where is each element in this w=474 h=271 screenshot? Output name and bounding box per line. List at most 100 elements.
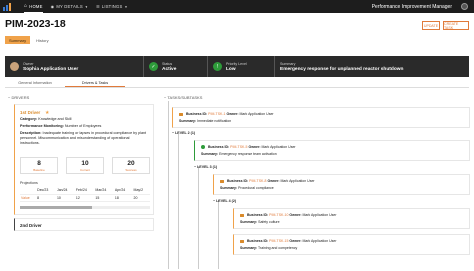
task-owner: Mark Application User xyxy=(261,145,296,149)
nav-my-details[interactable]: ◉ MY DETAILS ▼ xyxy=(51,0,88,13)
task-line: Summary: Procedural compliance xyxy=(220,186,274,190)
level-header[interactable]: − LEVEL 3 (1) xyxy=(194,165,217,169)
tab-summary[interactable]: Summary xyxy=(5,36,31,44)
priority-icon: ! xyxy=(213,62,222,71)
values-label: Value xyxy=(20,194,37,202)
tree-line xyxy=(218,200,219,269)
monitoring-value: Number of Employees xyxy=(64,124,102,128)
level-header[interactable]: − LEVEL 2 (1) xyxy=(172,131,195,135)
summary-label: Summary xyxy=(280,61,296,66)
tree-line xyxy=(168,101,169,269)
tasks-heading-label: TASKS/SUBTASKS xyxy=(167,95,203,100)
level-header[interactable]: − LEVEL 4 (2) xyxy=(213,199,236,203)
driver-card-2[interactable]: 2nd Driver xyxy=(14,218,154,231)
check-icon: ✓ xyxy=(149,62,158,71)
projections-label: Projections xyxy=(20,181,38,185)
level-label: LEVEL 2 (1) xyxy=(175,131,196,135)
nav-listings[interactable]: ☰ LISTINGS ▼ xyxy=(96,0,128,13)
business-id-label: Business ID: xyxy=(207,145,230,149)
table-row: Value 8 10 12 15 18 20 xyxy=(20,194,150,202)
business-id-label: Business ID: xyxy=(226,179,249,183)
owner-label: Owner xyxy=(23,61,34,66)
user-avatar-icon[interactable] xyxy=(461,3,468,10)
stat-label: Success xyxy=(125,168,137,172)
driver-card-1[interactable]: 1st Driver ★ Category: Knowledge and Ski… xyxy=(14,104,154,215)
page-title: PIM-2023-18 xyxy=(5,18,66,30)
summary-label: Summary: xyxy=(240,246,258,250)
scrollbar-thumb[interactable] xyxy=(20,206,92,209)
status-value: Active xyxy=(162,66,177,72)
star-icon[interactable]: ★ xyxy=(45,110,49,116)
collapse-icon[interactable]: − xyxy=(172,131,174,135)
level-label: LEVEL 4 (2) xyxy=(216,199,237,203)
tree-line xyxy=(178,134,179,269)
table-cell: 10 xyxy=(55,194,75,202)
collapse-icon[interactable]: − xyxy=(164,95,166,100)
collapse-icon[interactable]: − xyxy=(8,95,10,100)
task-id[interactable]: PIM-TSK-15 xyxy=(269,239,288,243)
task-line: Business ID: PIM-TSK-15 Owner: Mark Appl… xyxy=(240,239,337,243)
folder-icon xyxy=(220,179,224,183)
stat-success: 20 Success xyxy=(112,157,150,174)
task-id[interactable]: PIM-TSK-10 xyxy=(269,213,288,217)
task-card[interactable]: Business ID: PIM-TSK-5 Owner: Mark Appli… xyxy=(194,140,470,161)
business-id-label: Business ID: xyxy=(185,112,208,116)
driver-category: Category: Knowledge and Skill xyxy=(20,117,150,122)
horizontal-scrollbar[interactable] xyxy=(20,206,150,209)
driver-monitoring: Performance Monitoring: Number of Employ… xyxy=(20,124,150,129)
table-row: Dec/23 Jan/24 Feb/24 Mar/24 Apr/24 May/2 xyxy=(20,187,150,195)
status-cell: ✓ Status Active xyxy=(144,56,208,77)
priority-value: Low xyxy=(226,66,236,72)
nav-home-label: HOME xyxy=(29,3,43,9)
task-line: Business ID: PIM-TSK-8 Owner: Mark Appli… xyxy=(220,179,315,183)
summary-label: Summary: xyxy=(179,119,197,123)
owner-label: Owner: xyxy=(267,179,280,183)
create-task-button[interactable]: CREATE TASK xyxy=(443,21,469,30)
owner-label: Owner: xyxy=(289,213,302,217)
stat-value: 10 xyxy=(81,160,89,167)
description-label: Description: xyxy=(20,131,42,135)
stat-label: Current xyxy=(79,168,90,172)
list-icon: ☰ xyxy=(96,4,100,9)
task-id[interactable]: PIM-TSK-1 xyxy=(208,112,225,116)
person-icon: ◉ xyxy=(50,4,55,9)
driver-title: 1st Driver xyxy=(20,110,41,115)
task-card[interactable]: Business ID: PIM-TSK-10 Owner: Mark Appl… xyxy=(233,208,470,229)
folder-icon xyxy=(240,213,244,217)
completed-icon xyxy=(201,145,205,150)
summary-label: Summary: xyxy=(220,186,238,190)
task-line: Business ID: PIM-TSK-10 Owner: Mark Appl… xyxy=(240,213,337,217)
page-tabs: Summary History xyxy=(5,36,53,44)
update-button[interactable]: UPDATE xyxy=(422,21,440,30)
stat-baseline: 8 Baseline xyxy=(20,157,58,174)
task-card[interactable]: Business ID: PIM-TSK-8 Owner: Mark Appli… xyxy=(213,174,470,195)
table-cell xyxy=(20,187,37,195)
tab-general-information[interactable]: General Information xyxy=(5,80,65,87)
owner-value: Sophia Application User xyxy=(23,66,79,72)
task-id[interactable]: PIM-TSK-8 xyxy=(249,179,266,183)
category-value: Knowledge and Skill xyxy=(38,117,72,121)
task-summary: Emergency response team activation xyxy=(219,152,277,156)
table-cell: 18 xyxy=(113,194,133,202)
task-line: Summary: Safety culture xyxy=(240,220,280,224)
app-logo-icon[interactable] xyxy=(3,2,13,11)
tab-history[interactable]: History xyxy=(32,36,52,44)
task-line: Summary: Immediate notification xyxy=(179,119,231,123)
summary-label: Summary: xyxy=(201,152,219,156)
task-line: Summary: Training and competency xyxy=(240,246,297,250)
chevron-down-icon: ▼ xyxy=(84,4,88,9)
main-nav: ⌂ HOME ◉ MY DETAILS ▼ ☰ LISTINGS ▼ xyxy=(24,0,128,13)
task-card[interactable]: Business ID: PIM-TSK-15 Owner: Mark Appl… xyxy=(233,234,470,255)
stat-label: Baseline xyxy=(33,168,45,172)
nav-home[interactable]: ⌂ HOME xyxy=(24,0,43,13)
table-cell: 15 xyxy=(94,194,114,202)
level-label: LEVEL 3 (1) xyxy=(197,165,218,169)
tab-drivers-tasks[interactable]: Drivers & Tasks xyxy=(65,80,125,87)
top-nav-bar: ⌂ HOME ◉ MY DETAILS ▼ ☰ LISTINGS ▼ Perfo… xyxy=(0,0,474,13)
task-id[interactable]: PIM-TSK-5 xyxy=(230,145,247,149)
task-owner: Mark Application User xyxy=(302,239,337,243)
task-card[interactable]: Business ID: PIM-TSK-1 Owner: Mark Appli… xyxy=(172,107,470,128)
collapse-icon[interactable]: − xyxy=(194,165,196,169)
collapse-icon[interactable]: − xyxy=(213,199,215,203)
nav-listings-label: LISTINGS xyxy=(101,4,123,9)
